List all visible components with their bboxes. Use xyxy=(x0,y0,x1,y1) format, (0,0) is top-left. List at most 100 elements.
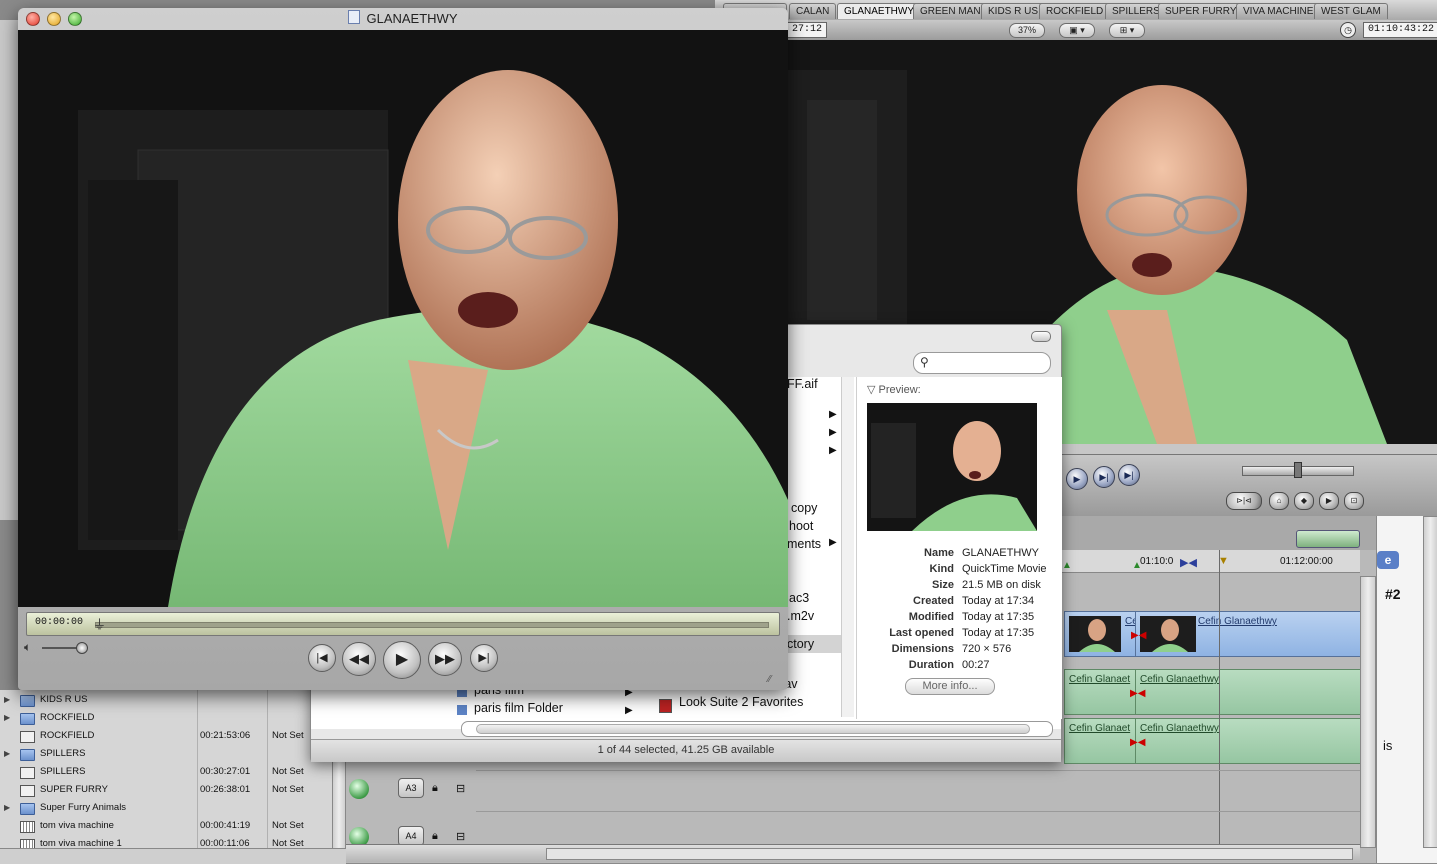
browser-row[interactable]: ▶ KIDS R US xyxy=(0,691,346,709)
audio-clip-label: Cefin Glanaet xyxy=(1069,674,1131,685)
browser-horizontal-scrollbar[interactable] xyxy=(0,848,346,864)
shuttle-handle[interactable] xyxy=(1294,462,1302,478)
column-item[interactable]: paris film Folder xyxy=(474,701,563,715)
add-marker-button[interactable]: ▶ xyxy=(1319,492,1339,510)
canvas-play-in-out-button[interactable]: ▶| xyxy=(1093,466,1115,488)
column-item[interactable]: FF.aif xyxy=(787,377,818,391)
auto-select-icon[interactable]: ⊟ xyxy=(456,830,465,843)
mark-clip-button[interactable]: ⌂ xyxy=(1269,492,1289,510)
browser-row[interactable]: ▶ SPILLERS xyxy=(0,745,346,763)
zoom-popup[interactable]: 37% xyxy=(1009,23,1045,38)
audio-clip-a2-2[interactable]: Cefin Glanaethwy xyxy=(1135,718,1362,764)
column-scrollbar[interactable] xyxy=(841,377,854,717)
tab-green-man[interactable]: GREEN MAN xyxy=(913,3,988,19)
disclosure-triangle-icon[interactable]: ▽ xyxy=(867,384,875,396)
column-item[interactable]: ments xyxy=(787,537,821,551)
rewind-button[interactable]: ◀◀ xyxy=(342,642,376,676)
track-label-a3[interactable]: A3 xyxy=(398,778,424,798)
browser-item-name: SPILLERS xyxy=(40,766,86,777)
finder-horizontal-scrollbar[interactable] xyxy=(461,721,1053,737)
tab-super-furry[interactable]: SUPER FURRY xyxy=(1158,3,1244,19)
lock-icon[interactable]: 🔒︎ xyxy=(432,830,438,843)
search-input[interactable] xyxy=(936,355,1044,371)
playhead-icon[interactable]: ⏚ xyxy=(93,614,106,633)
preview-pane: ▽ Preview: Name GLANAETHWY Kind QuickTime M… xyxy=(856,377,1062,719)
bin-icon xyxy=(20,695,35,707)
play-button[interactable]: ▶ xyxy=(383,641,421,679)
more-info-button[interactable]: More info... xyxy=(905,678,995,695)
audio-clip-label: Cefin Glanaethwy xyxy=(1140,723,1219,734)
zoom-button[interactable] xyxy=(68,12,82,26)
column-item[interactable]: hoot xyxy=(789,519,813,533)
go-to-start-button[interactable]: |◀ xyxy=(308,644,336,672)
tab-rockfield[interactable]: ROCKFIELD xyxy=(1039,3,1111,19)
close-button[interactable] xyxy=(26,12,40,26)
audio-clip-a1-1[interactable]: Cefin Glanaet xyxy=(1064,669,1137,715)
overlay-popup-icon[interactable]: ⊞ ▾ xyxy=(1109,23,1145,38)
track-a3-lane[interactable] xyxy=(476,770,1360,812)
finder-status-bar: 1 of 44 selected, 41.25 GB available xyxy=(311,739,1061,762)
resize-grip-icon[interactable]: ⁄⁄ xyxy=(768,674,771,685)
browser-row[interactable]: tom viva machine 00:00:41:19 Not Set xyxy=(0,817,346,835)
browser-row[interactable]: ▶ Super Furry Animals xyxy=(0,799,346,817)
browser-row[interactable]: ▶ ROCKFIELD xyxy=(0,709,346,727)
tab-kids-r-us[interactable]: KIDS R US xyxy=(981,3,1046,19)
minimize-button[interactable] xyxy=(47,12,61,26)
lock-icon[interactable]: 🔒︎ xyxy=(432,782,438,795)
expand-triangle-icon[interactable]: ▶ xyxy=(4,709,10,727)
info-row: Created Today at 17:34 xyxy=(857,593,1062,609)
linking-toggle-icon[interactable] xyxy=(1296,530,1360,548)
column-item[interactable]: Look Suite 2 Favorites xyxy=(679,695,803,709)
panel-button[interactable]: e xyxy=(1377,551,1399,569)
tab-calan[interactable]: CALAN xyxy=(789,3,837,19)
canvas-play-button[interactable]: ▶ xyxy=(1066,468,1088,490)
timeline-ruler[interactable]: 01:10:0 01:12:00:00 ▲ ▲ ▶◀ ▼ xyxy=(1062,550,1360,573)
browser-row[interactable]: SPILLERS 00:30:27:01 Not Set xyxy=(0,763,346,781)
audio-clip-a2-1[interactable]: Cefin Glanaet xyxy=(1064,718,1137,764)
fast-forward-button[interactable]: ▶▶ xyxy=(428,642,462,676)
scrub-track[interactable] xyxy=(95,622,769,628)
mark-out-button[interactable]: ⊡ xyxy=(1344,492,1364,510)
tab-glanaethwy[interactable]: GLANAETHWY xyxy=(837,3,922,19)
canvas-scrubber[interactable] xyxy=(1062,444,1437,455)
quicktime-scrub-bar[interactable]: 00:00:00 ⏚ xyxy=(26,612,780,636)
go-to-end-button[interactable]: ▶| xyxy=(470,644,498,672)
info-value: 21.5 MB on disk xyxy=(962,579,1041,591)
canvas-current-timecode[interactable]: 01:10:43:22 xyxy=(1363,22,1437,38)
info-key: Created xyxy=(913,595,954,607)
column-item[interactable]: copy xyxy=(791,501,817,515)
timeline-bottom-bar[interactable] xyxy=(346,844,1360,862)
toolbar-toggle-button[interactable] xyxy=(1031,331,1051,342)
browser-row[interactable]: SUPER FURRY 00:26:38:01 Not Set xyxy=(0,781,346,799)
browser-item-name: ROCKFIELD xyxy=(40,712,95,723)
column-item[interactable]: .m2v xyxy=(787,609,814,623)
finder-search-field[interactable]: ⚲ xyxy=(913,352,1051,374)
expand-triangle-icon[interactable]: ▶ xyxy=(4,745,10,763)
tab-west-glam[interactable]: WEST GLAM xyxy=(1314,3,1388,19)
audio-clip-label: Cefin Glanaethwy xyxy=(1140,674,1219,685)
audio-clip-a1-2[interactable]: Cefin Glanaethwy xyxy=(1135,669,1362,715)
match-frame-button[interactable]: ⊳|⊲ xyxy=(1226,492,1262,510)
browser-row[interactable]: ROCKFIELD 00:21:53:06 Not Set xyxy=(0,727,346,745)
expand-triangle-icon[interactable]: ▶ xyxy=(4,691,10,709)
video-clip-1[interactable]: Ce xyxy=(1064,611,1137,657)
audible-toggle-icon[interactable] xyxy=(349,779,369,799)
canvas-next-edit-button[interactable]: ▶| xyxy=(1118,464,1140,486)
volume-knob[interactable] xyxy=(76,642,88,654)
track-label-a4[interactable]: A4 xyxy=(398,826,424,846)
add-keyframe-button[interactable]: ◆ xyxy=(1294,492,1314,510)
tab-viva-machine[interactable]: VIVA MACHINE xyxy=(1236,3,1321,19)
column-item[interactable]: ctory xyxy=(787,637,814,651)
expand-triangle-icon[interactable]: ▶ xyxy=(4,799,10,817)
auto-select-icon[interactable]: ⊟ xyxy=(456,782,465,795)
preview-thumbnail xyxy=(867,403,1037,531)
browser-item-duration: 00:26:38:01 xyxy=(200,784,251,795)
view-popup-icon[interactable]: ▣ ▾ xyxy=(1059,23,1095,38)
timeline-vertical-scrollbar[interactable] xyxy=(1360,576,1376,848)
scroll-thumb[interactable] xyxy=(476,724,1030,734)
timeline-horizontal-scrollbar[interactable] xyxy=(546,848,1353,860)
info-row: Modified Today at 17:35 xyxy=(857,609,1062,625)
panel-scrollbar[interactable] xyxy=(1423,516,1437,848)
video-clip-2[interactable]: Cefin Glanaethwy xyxy=(1135,611,1362,657)
column-item[interactable]: ac3 xyxy=(789,591,809,605)
